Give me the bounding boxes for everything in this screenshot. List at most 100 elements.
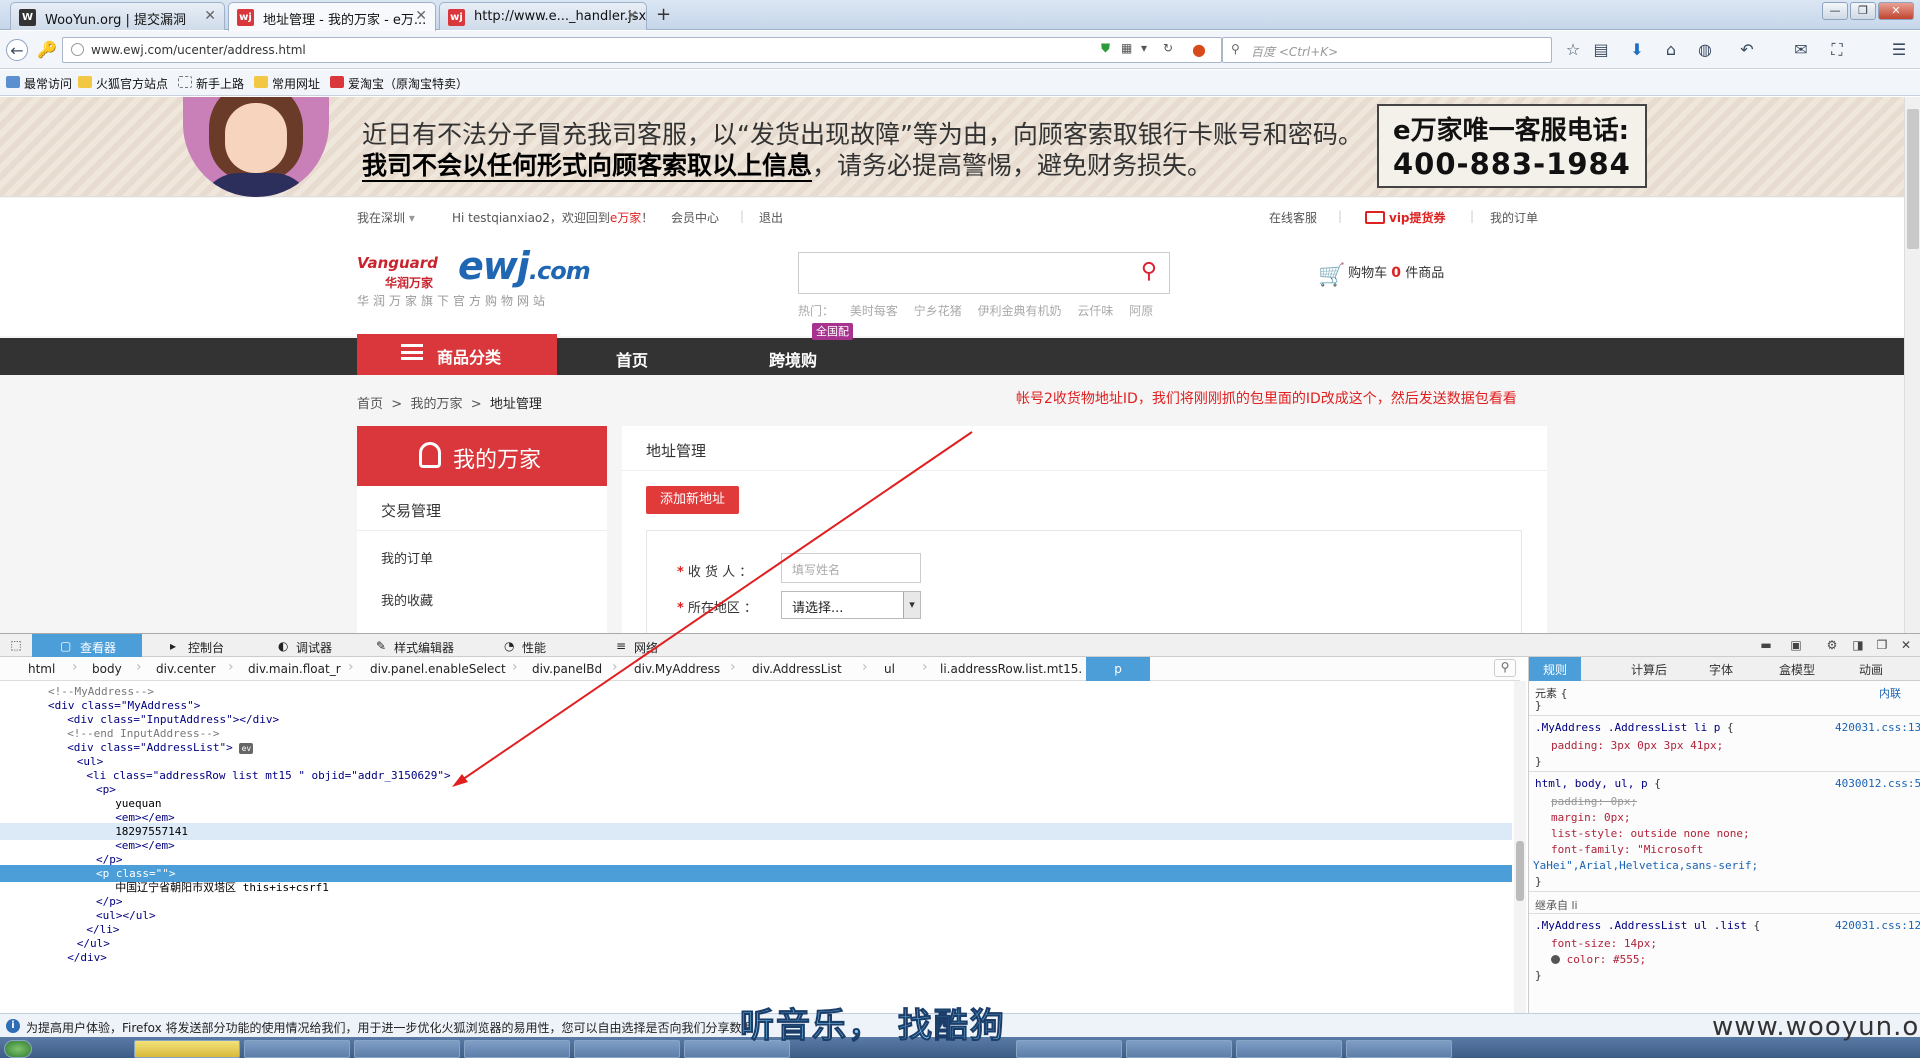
online-service-link[interactable]: 在线客服: [1269, 209, 1317, 226]
hot-term[interactable]: 云仟味: [1077, 304, 1113, 318]
breadcrumb-home[interactable]: 首页: [357, 397, 383, 412]
tab-computed[interactable]: 计算后: [1631, 661, 1667, 678]
rule-1-prop[interactable]: padding: 3px 0px 3px 41px;: [1551, 739, 1723, 752]
node-crumb[interactable]: div.panelBd: [532, 662, 602, 676]
node-crumb[interactable]: li.addressRow.list.mt15.: [940, 662, 1082, 676]
split-console-icon[interactable]: ▬: [1758, 638, 1774, 654]
new-tab-button[interactable]: +: [656, 4, 671, 25]
node-crumb[interactable]: div.MyAddress: [634, 662, 720, 676]
tab-rules[interactable]: 规则: [1529, 657, 1582, 681]
category-menu-button[interactable]: 商品分类: [357, 334, 557, 375]
chat-icon[interactable]: ◍: [1694, 39, 1716, 61]
responsive-icon[interactable]: ▣: [1788, 638, 1804, 654]
node-crumb[interactable]: div.main.float_r: [248, 662, 341, 676]
logout-link[interactable]: 退出: [759, 209, 783, 226]
dock-side-icon[interactable]: ◨: [1850, 638, 1866, 654]
rule-3-prop[interactable]: font-size: 14px;: [1551, 937, 1657, 950]
crop-icon[interactable]: ⛶: [1826, 39, 1848, 61]
url-bar[interactable]: www.ewj.com/ucenter/address.html ⛊ ▦ ▾ ↻: [62, 37, 1222, 63]
node-crumb[interactable]: div.center: [156, 662, 216, 676]
rule-2-prop[interactable]: list-style: outside none none;: [1551, 827, 1750, 840]
taskbar-item[interactable]: [1126, 1040, 1232, 1058]
tab-wooyun[interactable]: W WooYun.org | 提交漏洞 ✕: [10, 2, 225, 30]
search-icon[interactable]: ⚲: [1141, 259, 1157, 284]
key-icon[interactable]: 🔑: [36, 39, 58, 61]
page-scrollbar[interactable]: [1904, 97, 1920, 633]
bookmark-most-visited[interactable]: 最常访问: [6, 75, 72, 92]
markup-scrollbar[interactable]: [1514, 681, 1526, 1013]
devtools-tab-console[interactable]: ▸ 控制台: [166, 637, 224, 655]
hot-term[interactable]: 宁乡花猪: [914, 304, 962, 318]
menu-icon[interactable]: ☰: [1888, 39, 1910, 61]
search-input[interactable]: ⚲ 百度 <Ctrl+K>: [1222, 37, 1552, 63]
close-window-button[interactable]: ✕: [1878, 2, 1914, 20]
close-devtools-icon[interactable]: ✕: [1898, 638, 1914, 654]
comment-icon[interactable]: ✉: [1790, 39, 1812, 61]
tab-address[interactable]: wj 地址管理 - 我的万家 - e万... ✕: [228, 2, 436, 31]
node-crumb[interactable]: div.AddressList: [752, 662, 842, 676]
hot-term[interactable]: 美时每客: [850, 304, 898, 318]
qr-icon[interactable]: ▦: [1121, 41, 1132, 55]
vip-voucher-link[interactable]: vip提货券: [1365, 209, 1446, 226]
event-badge-icon[interactable]: ev: [239, 742, 254, 754]
hot-term[interactable]: 阿原: [1129, 304, 1153, 318]
sidebar-item-orders[interactable]: 我的订单: [381, 548, 433, 567]
receiver-input[interactable]: 填写姓名: [781, 553, 921, 583]
location-selector[interactable]: 我在深圳 ▾: [357, 209, 415, 226]
member-center-link[interactable]: 会员中心: [671, 209, 719, 226]
node-crumb[interactable]: body: [92, 662, 122, 676]
rule-source-link[interactable]: 420031.css:122: [1835, 919, 1920, 932]
cart-link[interactable]: 🛒 购物车 0 件商品: [1318, 262, 1444, 288]
breadcrumb-my-account[interactable]: 我的万家: [410, 397, 462, 412]
my-orders-link[interactable]: 我的订单: [1490, 209, 1538, 226]
nav-crossborder[interactable]: 跨境购: [769, 347, 817, 371]
rule-2-prop[interactable]: margin: 0px;: [1551, 811, 1630, 824]
scrollbar-thumb[interactable]: [1516, 841, 1524, 901]
search-icon[interactable]: ⚲: [1494, 659, 1516, 677]
devtools-tab-network[interactable]: ≡ 网络: [612, 637, 658, 655]
devtools-tab-inspector[interactable]: ▢ 查看器: [32, 634, 142, 657]
home-icon[interactable]: ⌂: [1660, 39, 1682, 61]
addon-icon[interactable]: ●: [1188, 39, 1210, 61]
rule-2-prop-overridden[interactable]: padding: 0px;: [1551, 795, 1637, 808]
node-crumb[interactable]: div.panel.enableSelect: [370, 662, 506, 676]
node-crumb-selected[interactable]: p: [1086, 657, 1150, 681]
color-swatch-icon[interactable]: [1551, 955, 1560, 964]
taskbar-item[interactable]: [1346, 1040, 1452, 1058]
taskbar-item[interactable]: [244, 1040, 350, 1058]
pick-element-icon[interactable]: ⬚: [8, 638, 24, 654]
reading-list-icon[interactable]: ▤: [1590, 39, 1612, 61]
close-icon[interactable]: ✕: [626, 8, 638, 24]
taskbar-item[interactable]: [1236, 1040, 1342, 1058]
region-select[interactable]: 请选择...: [781, 591, 921, 619]
taskbar-item[interactable]: [574, 1040, 680, 1058]
nav-home[interactable]: 首页: [616, 347, 648, 371]
undock-icon[interactable]: ❐: [1874, 638, 1890, 654]
download-icon[interactable]: ⬇: [1626, 39, 1648, 61]
taskbar-item[interactable]: [1016, 1040, 1122, 1058]
tab-fonts[interactable]: 字体: [1709, 661, 1733, 678]
node-crumb[interactable]: html: [28, 662, 55, 676]
bookmark-star-icon[interactable]: ☆: [1562, 39, 1584, 61]
rule-source-link[interactable]: 420031.css:130: [1835, 721, 1920, 734]
tab-box-model[interactable]: 盒模型: [1779, 661, 1815, 678]
shield-icon[interactable]: ⛊: [1101, 41, 1110, 56]
taskbar-item[interactable]: [134, 1040, 240, 1058]
undo-icon[interactable]: ↶: [1736, 39, 1758, 61]
rule-3-prop[interactable]: color: #555;: [1551, 953, 1646, 966]
scrollbar-thumb[interactable]: [1907, 109, 1919, 249]
maximize-button[interactable]: ❐: [1850, 2, 1876, 20]
start-button[interactable]: [4, 1040, 32, 1058]
taskbar-item[interactable]: [354, 1040, 460, 1058]
bookmark-getting-started[interactable]: 新手上路: [178, 75, 244, 92]
bookmark-aitaobao[interactable]: 爱淘宝（原淘宝特卖）: [330, 75, 468, 92]
devtools-tab-debugger[interactable]: ◐ 调试器: [274, 637, 332, 655]
close-icon[interactable]: ✕: [415, 8, 427, 24]
devtools-tab-performance[interactable]: ◔ 性能: [500, 637, 546, 655]
rule-2-prop[interactable]: font-family: "Microsoft: [1551, 843, 1703, 856]
close-icon[interactable]: ✕: [204, 8, 216, 24]
site-search-input[interactable]: ⚲: [798, 252, 1170, 294]
taskbar-item[interactable]: [464, 1040, 570, 1058]
hot-term[interactable]: 伊利金典有机奶: [978, 304, 1062, 318]
dropdown-icon[interactable]: ▾: [1141, 41, 1147, 55]
